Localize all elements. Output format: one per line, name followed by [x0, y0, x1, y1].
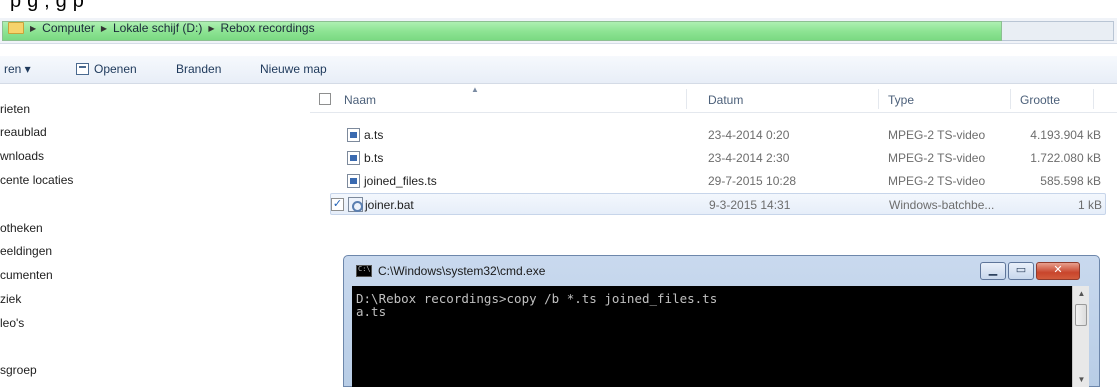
file-size: 585.598 kB: [1040, 174, 1101, 188]
open-button[interactable]: Openen: [76, 62, 137, 76]
column-header-size[interactable]: Grootte: [1020, 93, 1060, 107]
folder-icon: [8, 22, 24, 34]
file-name: b.ts: [364, 151, 384, 165]
file-row[interactable]: joined_files.ts 29-7-2015 10:28 MPEG-2 T…: [330, 170, 1106, 192]
breadcrumb-local-disk[interactable]: Lokale schijf (D:): [113, 21, 202, 35]
file-row-selected[interactable]: ✓ joiner.bat 9-3-2015 14:31 Windows-batc…: [330, 193, 1106, 215]
column-divider[interactable]: [1010, 89, 1011, 109]
file-type: MPEG-2 TS-video: [888, 128, 986, 142]
file-date: 23-4-2014 2:30: [708, 151, 790, 165]
nav-item-downloads[interactable]: wnloads: [0, 149, 44, 163]
column-header-name[interactable]: Naam: [344, 93, 376, 107]
column-header-date[interactable]: Datum: [708, 93, 743, 107]
nav-item-documents[interactable]: cumenten: [0, 268, 53, 282]
batch-file-icon: [348, 197, 363, 212]
file-row[interactable]: a.ts 23-4-2014 0:20 MPEG-2 TS-video 4.19…: [330, 124, 1106, 146]
breadcrumb-rebox-recordings[interactable]: Rebox recordings: [221, 21, 315, 35]
cmd-output: D:\Rebox recordings>copy /b *.ts joined_…: [356, 291, 718, 319]
cmd-titlebar[interactable]: C:\Windows\system32\cmd.exe ▁ ▭ ✕: [344, 256, 1099, 286]
file-date: 9-3-2015 14:31: [709, 198, 791, 212]
cmd-icon: [356, 265, 372, 277]
nav-item-videos[interactable]: leo's: [0, 316, 24, 330]
file-date: 23-4-2014 0:20: [708, 128, 790, 142]
address-bar-end[interactable]: [1002, 21, 1114, 41]
chevron-right-icon: ▶: [30, 23, 37, 33]
scroll-down-icon[interactable]: ▼: [1073, 372, 1090, 387]
cmd-window[interactable]: C:\Windows\system32\cmd.exe ▁ ▭ ✕ D:\Reb…: [343, 255, 1100, 387]
file-type: Windows-batchbe...: [889, 198, 995, 212]
navigation-pane: rieten reaublad wnloads cente locaties o…: [0, 85, 300, 387]
file-name: joiner.bat: [365, 198, 414, 212]
sort-up-icon: ▲: [471, 85, 479, 94]
row-checkbox-checked[interactable]: ✓: [331, 198, 344, 211]
address-bar[interactable]: ▶ Computer ▶ Lokale schijf (D:) ▶ Rebox …: [0, 18, 1117, 44]
scroll-up-icon[interactable]: ▲: [1073, 286, 1090, 302]
file-date: 29-7-2015 10:28: [708, 174, 797, 188]
file-name: a.ts: [364, 128, 384, 142]
file-size: 4.193.904 kB: [1030, 128, 1101, 142]
nav-item-pictures[interactable]: eeldingen: [0, 244, 52, 258]
command-bar: ren ▾ Openen Branden Nieuwe map: [0, 56, 1117, 84]
cropped-caption-text: p g , g p: [0, 0, 1117, 18]
video-file-icon: [347, 128, 360, 142]
nav-item-recent-places[interactable]: cente locaties: [0, 173, 73, 187]
new-folder-button[interactable]: Nieuwe map: [260, 62, 327, 76]
column-divider[interactable]: [686, 89, 687, 109]
file-name: joined_files.ts: [364, 174, 437, 188]
nav-item-desktop[interactable]: reaublad: [0, 125, 47, 139]
file-size: 1.722.080 kB: [1030, 151, 1101, 165]
select-all-checkbox[interactable]: [319, 93, 331, 105]
burn-button[interactable]: Branden: [176, 62, 221, 76]
open-button-label: Openen: [94, 62, 137, 76]
file-type: MPEG-2 TS-video: [888, 151, 986, 165]
organize-button[interactable]: ren ▾: [4, 62, 31, 76]
vertical-scrollbar[interactable]: ▲ ▼: [1072, 286, 1089, 387]
nav-item-homegroup[interactable]: sgroep: [0, 363, 37, 377]
chevron-right-icon: ▶: [208, 23, 215, 33]
breadcrumb[interactable]: ▶ Computer ▶ Lokale schijf (D:) ▶ Rebox …: [30, 21, 315, 35]
file-row[interactable]: b.ts 23-4-2014 2:30 MPEG-2 TS-video 1.72…: [330, 147, 1106, 169]
chevron-right-icon: ▶: [100, 23, 107, 33]
cmd-console[interactable]: D:\Rebox recordings>copy /b *.ts joined_…: [352, 286, 1089, 387]
file-type: MPEG-2 TS-video: [888, 174, 986, 188]
file-size: 1 kB: [1077, 198, 1102, 212]
minimize-button[interactable]: ▁: [980, 262, 1006, 280]
nav-item-music[interactable]: ziek: [0, 292, 21, 306]
scroll-thumb[interactable]: [1075, 304, 1087, 326]
column-divider[interactable]: [1093, 89, 1094, 109]
video-file-icon: [347, 174, 360, 188]
close-button[interactable]: ✕: [1036, 262, 1080, 280]
nav-item-favorites[interactable]: rieten: [0, 102, 30, 116]
column-header-type[interactable]: Type: [888, 93, 914, 107]
column-divider[interactable]: [878, 89, 879, 109]
video-file-icon: [347, 151, 360, 165]
breadcrumb-computer[interactable]: Computer: [42, 21, 95, 35]
cmd-window-title: C:\Windows\system32\cmd.exe: [378, 264, 546, 278]
nav-item-libraries[interactable]: otheken: [0, 221, 43, 235]
open-icon: [76, 63, 89, 75]
file-list-header: ▲ Naam Datum Type Grootte: [310, 85, 1117, 113]
maximize-button[interactable]: ▭: [1008, 262, 1034, 280]
